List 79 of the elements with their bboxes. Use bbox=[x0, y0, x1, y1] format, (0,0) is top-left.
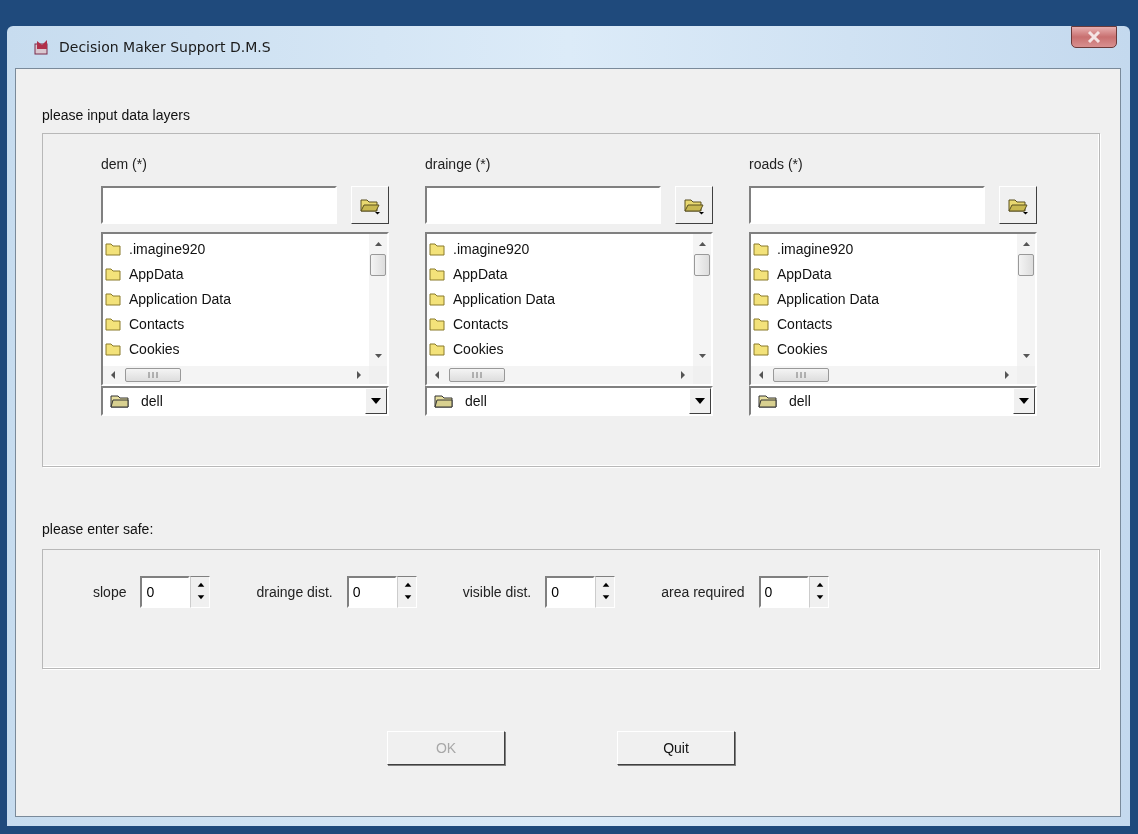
folder-dropdown[interactable]: dell bbox=[101, 386, 389, 416]
folder-icon bbox=[429, 341, 445, 356]
scroll-thumb[interactable] bbox=[370, 254, 386, 276]
folder-icon bbox=[105, 291, 121, 306]
scroll-thumb[interactable] bbox=[449, 368, 505, 382]
field-label: roads (*) bbox=[749, 156, 804, 174]
list-item[interactable]: Contacts bbox=[103, 311, 369, 336]
scroll-thumb[interactable] bbox=[1018, 254, 1034, 276]
folder-icon bbox=[753, 316, 769, 331]
list-item[interactable]: AppData bbox=[427, 261, 693, 286]
list-item[interactable]: AppData bbox=[751, 261, 1017, 286]
section-label: please enter safe: bbox=[42, 521, 155, 537]
spin-buttons[interactable] bbox=[396, 576, 417, 608]
list-item[interactable]: Cookies bbox=[751, 336, 1017, 361]
folder-icon bbox=[429, 316, 445, 331]
field-label: drainge (*) bbox=[425, 156, 492, 174]
field-label: dem (*) bbox=[101, 156, 148, 174]
folder-icon bbox=[109, 393, 131, 409]
app-icon bbox=[33, 38, 51, 56]
scrollbar[interactable] bbox=[1017, 234, 1035, 366]
list-item[interactable]: .imagine920 bbox=[751, 236, 1017, 261]
field-label: slope bbox=[93, 584, 127, 600]
scroll-thumb[interactable] bbox=[125, 368, 181, 382]
folder-dropdown[interactable]: dell bbox=[749, 386, 1037, 416]
folder-icon bbox=[753, 291, 769, 306]
dialog-button[interactable]: Quit bbox=[617, 731, 735, 765]
spin-buttons[interactable] bbox=[808, 576, 829, 608]
number-field[interactable]: 0 bbox=[545, 576, 596, 608]
scrollbar[interactable] bbox=[693, 234, 711, 366]
path-field[interactable] bbox=[101, 186, 337, 224]
list-item[interactable]: AppData bbox=[103, 261, 369, 286]
folder-icon bbox=[105, 316, 121, 331]
path-field[interactable] bbox=[425, 186, 661, 224]
scrollbar[interactable] bbox=[369, 234, 387, 366]
browse-button[interactable] bbox=[675, 186, 713, 224]
list-item[interactable]: Cookies bbox=[427, 336, 693, 361]
section-label: please input data layers bbox=[42, 107, 191, 123]
spin-buttons[interactable] bbox=[190, 576, 211, 608]
close-button[interactable] bbox=[1071, 26, 1117, 48]
dropdown-arrow-icon bbox=[695, 398, 705, 404]
spin-buttons[interactable] bbox=[595, 576, 616, 608]
folder-icon bbox=[429, 266, 445, 281]
folder-icon bbox=[105, 266, 121, 281]
folder-icon bbox=[429, 241, 445, 256]
dropdown-arrow-icon bbox=[1019, 398, 1029, 404]
list-item[interactable]: .imagine920 bbox=[103, 236, 369, 261]
folder-icon bbox=[757, 393, 779, 409]
field-label: visible dist. bbox=[462, 584, 532, 600]
list-item[interactable]: Application Data bbox=[103, 286, 369, 311]
folder-icon bbox=[753, 266, 769, 281]
field-label: area required bbox=[661, 584, 745, 600]
folder-icon bbox=[105, 341, 121, 356]
path-field[interactable] bbox=[749, 186, 985, 224]
list-item[interactable]: .imagine920 bbox=[427, 236, 693, 261]
list-item[interactable]: Contacts bbox=[751, 311, 1017, 336]
folder-icon bbox=[105, 241, 121, 256]
folder-dropdown[interactable]: dell bbox=[425, 386, 713, 416]
list-item[interactable]: Contacts bbox=[427, 311, 693, 336]
folder-icon bbox=[753, 341, 769, 356]
number-field[interactable]: 0 bbox=[140, 576, 191, 608]
folder-icon bbox=[429, 291, 445, 306]
browse-button[interactable] bbox=[351, 186, 389, 224]
field-label: drainge dist. bbox=[256, 584, 333, 600]
scroll-thumb[interactable] bbox=[694, 254, 710, 276]
number-field[interactable]: 0 bbox=[346, 576, 397, 608]
scroll-thumb[interactable] bbox=[773, 368, 829, 382]
list-item[interactable]: Application Data bbox=[427, 286, 693, 311]
window-title: Decision Maker Support D.M.S bbox=[59, 39, 271, 55]
folder-icon bbox=[753, 241, 769, 256]
number-field[interactable]: 0 bbox=[758, 576, 809, 608]
browse-button[interactable] bbox=[999, 186, 1037, 224]
folder-icon bbox=[433, 393, 455, 409]
close-icon bbox=[1087, 31, 1101, 43]
scrollbar[interactable] bbox=[103, 366, 369, 384]
scrollbar[interactable] bbox=[751, 366, 1017, 384]
list-item[interactable]: Application Data bbox=[751, 286, 1017, 311]
scrollbar[interactable] bbox=[427, 366, 693, 384]
list-item[interactable]: Cookies bbox=[103, 336, 369, 361]
dropdown-arrow-icon bbox=[371, 398, 381, 404]
